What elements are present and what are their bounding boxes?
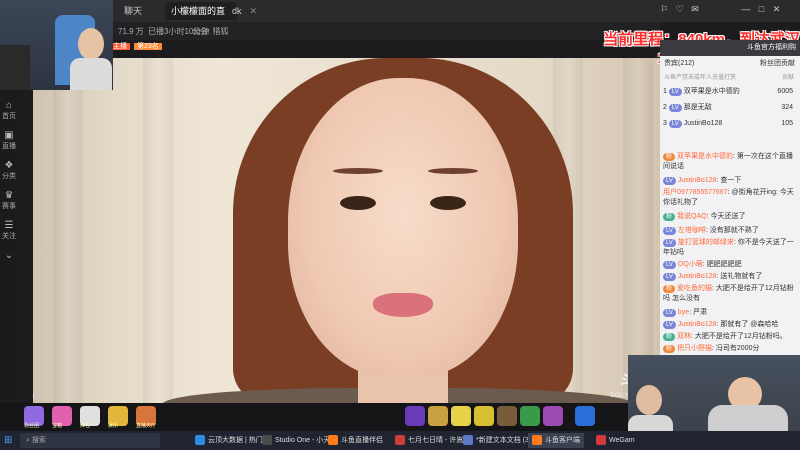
close-icon[interactable]: ✕ [250,6,258,16]
live-video[interactable]: 斗鱼 斗鱼 DOUYU.COM [33,58,660,403]
list-icon: ☰ [4,220,14,231]
gift-fan-club[interactable]: 粉丝团 [24,406,44,429]
tab-bar: 聊天 小檬檬面的直播间 dk✕ ⚐ ♡ ✉ — □ ✕ [0,0,800,34]
gift-icon[interactable]: ✉ [691,4,699,14]
chat-message: LV OQ小萌: 肥肥肥肥肥 [663,260,797,270]
chat-message: 粉双苹果是水中德豹: 第一次在这个直播间说话 [663,153,793,170]
eye [430,196,466,210]
chat-message: 用户0977855577667: @街角花开ing: 今天你话礼物了 [663,189,794,206]
rank-badge[interactable]: 第23名 [133,43,162,50]
eyebrow [428,168,478,174]
chat-header-banner[interactable]: 斗鱼官方福利购 [660,40,800,56]
curtain-fold [143,58,173,403]
chat-message: LV bye: 严肃 [663,308,797,318]
taskbar-app[interactable]: 云顶大数据 | 热门... [195,433,269,448]
rank-row[interactable]: 3 LV JustinBo128 105 [663,118,797,130]
tab-vip[interactable]: 贵宾(212) [664,58,694,68]
face [288,78,518,378]
guest-face-1 [636,385,662,415]
guild-notice: 公会: 猎狐 [192,27,229,36]
live-icon: ▣ [4,130,14,141]
room-info-bar: 71.9 万 已播3小时10分钟 公会: 猎狐 [100,22,660,40]
sidebar-item-follow[interactable]: ☰ 关注 [0,220,18,241]
eyebrow [333,168,383,174]
streamer-camera [0,0,113,90]
minor-notice: 斗鱼严禁未成年人充值打赏 [664,75,737,81]
curtain-fold [623,58,653,403]
gift-item[interactable] [497,406,517,426]
gift-treasure-box[interactable]: 宝箱 [52,406,72,429]
rank-row[interactable]: 2 LV 那是无敌 324 [663,102,797,114]
tab-chat[interactable]: 聊天 [118,2,148,20]
music-icon [395,435,405,446]
gift-entertainment[interactable]: 娱乐 [108,406,128,429]
home-icon: ⌂ [5,100,13,111]
gift-item[interactable] [405,406,425,426]
sidebar-item-category[interactable]: ❖ 分类 [0,160,18,181]
chat-message: LV 旋打篮球的邮绿来: 你不是今天送了一年钻吗 [663,239,794,256]
tab-dk[interactable]: dk ✕ [226,2,263,20]
douyu-icon [532,435,542,446]
notepad-icon [463,435,473,446]
studio-one-icon [262,435,272,446]
lips [373,293,433,317]
chat-message: LV JustinBo128: 送礼物就有了 [663,272,797,282]
bell-icon[interactable]: ⚐ [660,4,668,14]
chat-panel: 斗鱼官方福利购 贵宾(212) 粉丝团贡献 斗鱼严禁未成年人充值打赏 贡献 1 … [660,40,800,405]
maximize-icon[interactable]: □ [759,4,764,14]
curtain-fold [53,58,83,403]
streamer-shirt [70,58,112,90]
windows-taskbar: ⊞ ⌕ 搜索 云顶大数据 | 热门... Studio One - 小天... … [0,431,800,450]
taskbar-search[interactable]: ⌕ 搜索 [20,433,160,448]
gift-live-hall[interactable]: 直播天厅 [136,406,156,429]
gift-bar: 粉丝团 宝箱 红包 娱乐 直播天厅 [0,403,660,431]
search-icon: ⌕ [26,437,30,444]
gift-item[interactable] [543,406,563,426]
window-controls: ⚐ ♡ ✉ — □ ✕ [660,4,780,15]
trophy-icon: ♛ [4,190,14,201]
gift-item[interactable] [451,406,471,426]
gift-item[interactable] [474,406,494,426]
taskbar-app[interactable]: WeGam [596,433,635,448]
contrib-col-header: 贡献 [782,75,795,81]
eye [340,196,376,210]
sidebar-item-live[interactable]: ▣ 直播 [0,130,18,151]
chat-message: LV 左塔咖啡: 没有那就不熟了 [663,226,797,236]
chat-message: 粉双林: 大肥不是给开了12月钻粉吗。 [663,332,797,342]
taskbar-app[interactable]: Studio One - 小天... [262,433,336,448]
chat-message: 粉我说QAQ: 今天还送了 [663,212,797,222]
windows-start-icon[interactable]: ⊞ [4,433,12,448]
browser-icon [195,435,205,446]
gift-item[interactable] [428,406,448,426]
chat-message: 粉爱吃鱼的猫: 大肥不是给开了12月钻粉吗 怎么没有 [663,285,794,302]
douyu-icon [328,435,338,446]
chat-message: LV JustinBo128: 查一下 [663,176,797,186]
sidebar-item-events[interactable]: ♛ 赛事 [0,190,18,211]
rank-badges: 主播 第23名 [110,42,162,52]
sidebar-item-home[interactable]: ⌂ 首页 [0,100,18,121]
taskbar-app[interactable]: 七月七日晴 - 许嵩版 [395,433,470,448]
taskbar-app-active[interactable]: 斗鱼客户端 [528,433,584,448]
follower-count: 71.9 万 [118,27,144,36]
rank-row[interactable]: 1 LV 双苹果是水中德豹 6005 [663,86,797,98]
streamer-tag: 主播 [110,43,130,50]
gift-red-envelope[interactable]: 红包 [80,406,100,429]
chevron-down-icon[interactable]: ⌄ [0,250,18,261]
category-icon: ❖ [4,160,14,171]
person-left [0,45,30,90]
wegame-icon [596,435,606,446]
chat-message: 粉把只小野猫: 冯司有2000分 [663,344,797,354]
taskbar-app[interactable]: 斗鱼直播伴侣 [328,433,383,448]
chat-message: LV JustinBo128: 那就有了 @森哈哈 [663,320,797,330]
tab-fan-contrib[interactable]: 粉丝团贡献 [760,58,795,68]
gift-item[interactable] [575,406,595,426]
corner-label: 斗鱼 [33,391,35,401]
minimize-icon[interactable]: — [741,4,750,14]
left-sidebar: ⌂ 首页 ▣ 直播 ❖ 分类 ♛ 赛事 ☰ 关注 ⌄ [0,90,18,405]
close-window-icon[interactable]: ✕ [773,4,781,14]
streamer-face [78,28,104,60]
gift-item[interactable] [520,406,540,426]
heart-icon[interactable]: ♡ [676,4,684,14]
